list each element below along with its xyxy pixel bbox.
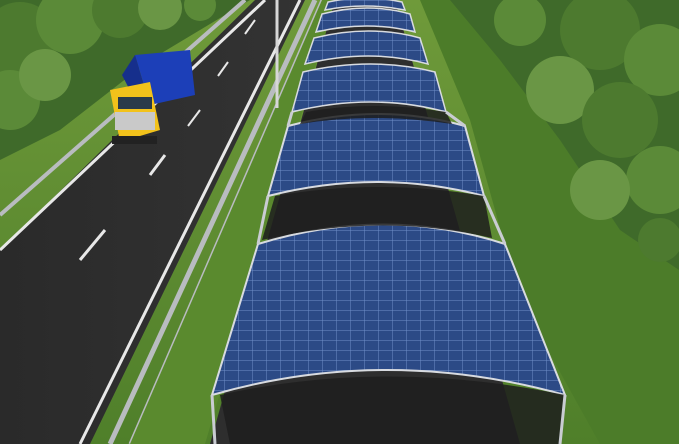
highway-solar-canopy-scene bbox=[0, 0, 679, 444]
